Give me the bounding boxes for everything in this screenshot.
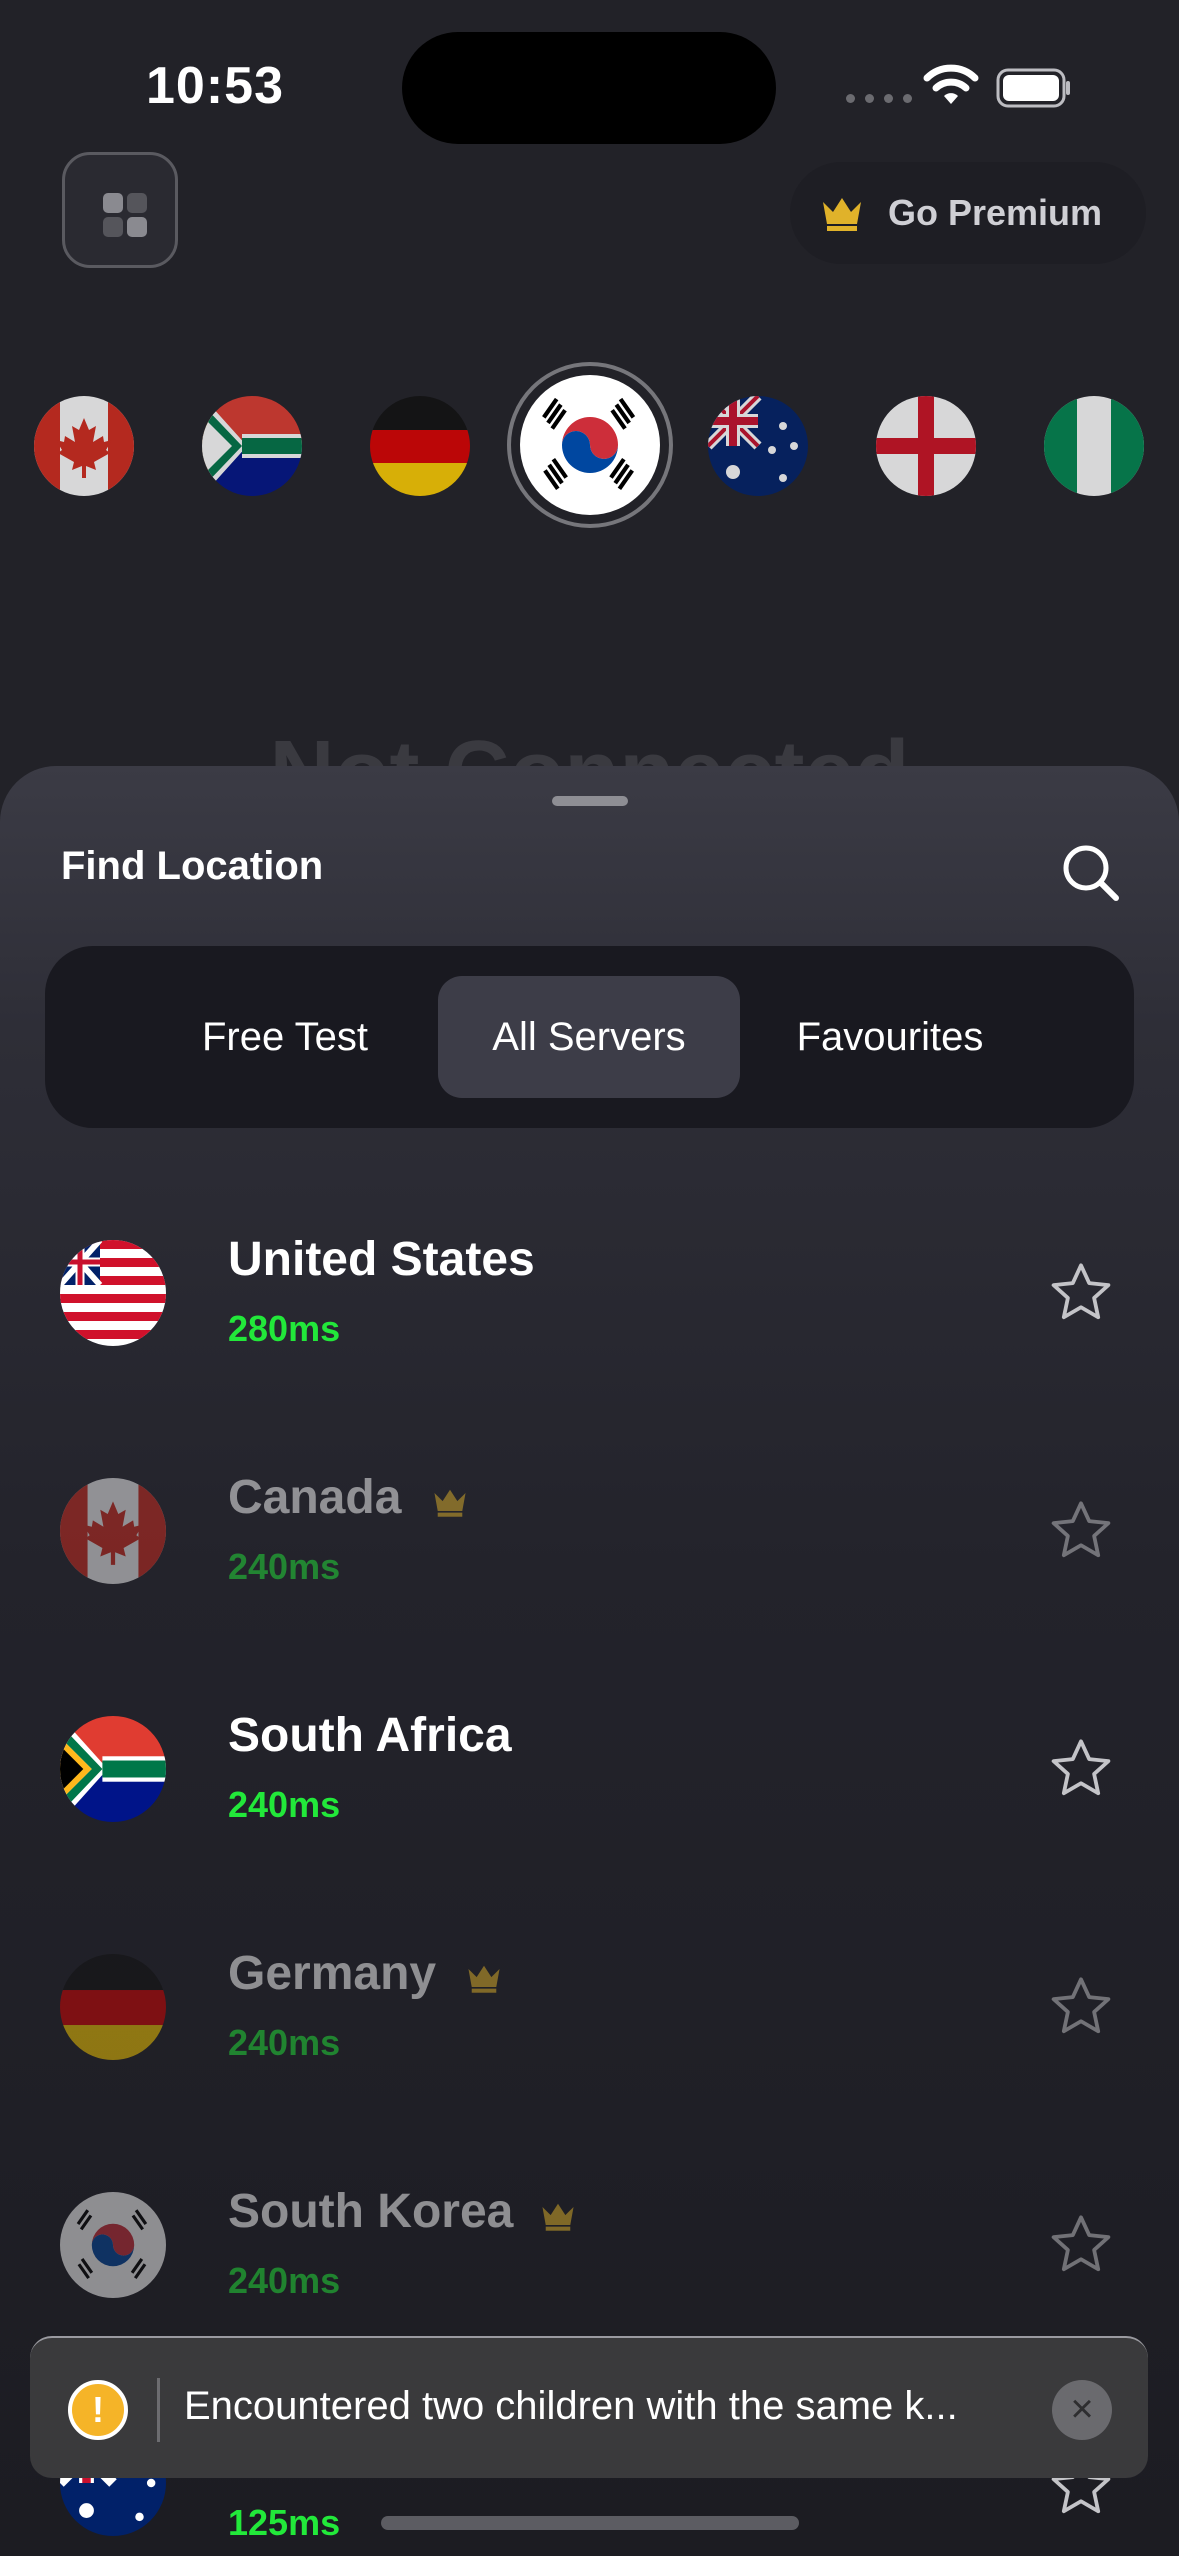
tab-all-servers[interactable]: All Servers [438,976,740,1098]
premium-crown-icon [468,1965,500,1993]
sheet-grabber[interactable] [552,796,628,806]
premium-crown-icon [542,2203,574,2231]
favourite-star-icon[interactable] [1046,1258,1116,1328]
carousel-flag-south-africa[interactable] [202,396,302,496]
carousel-flag-england[interactable] [876,396,976,496]
server-ping: 125ms [228,2502,341,2543]
carousel-flag-nigeria[interactable] [1044,396,1144,496]
carousel-flag-germany[interactable] [370,396,470,496]
server-ping: 240ms [228,2022,341,2063]
server-name: Germany [228,1947,437,2000]
carousel-flag-south-korea[interactable] [520,375,660,515]
flag-icon [60,1478,166,1584]
server-name: South Korea [228,2185,514,2238]
sheet-title: Find Location [61,844,324,888]
favourite-star-icon[interactable] [1046,1496,1116,1566]
flag-icon [60,1716,166,1822]
favourite-star-icon[interactable] [1046,2210,1116,2280]
carousel-flag-canada[interactable] [34,396,134,496]
toast-divider [157,2378,160,2442]
carousel-flag-australia[interactable] [708,396,808,496]
battery-icon [996,68,1070,108]
server-name: United States [228,1233,535,1286]
server-ping: 240ms [228,1546,341,1587]
search-icon[interactable] [1060,842,1122,904]
flag-icon [60,2192,166,2298]
grid-icon [103,193,123,213]
tab-free-test[interactable]: Free Test [145,976,425,1098]
flag-icon [60,1240,166,1346]
crown-icon [823,198,861,231]
cellular-signal-icon [846,94,912,103]
close-icon[interactable]: × [1052,2380,1112,2440]
tab-favourites[interactable]: Favourites [750,976,1030,1098]
premium-crown-icon [434,1489,466,1517]
favourite-star-icon[interactable] [1046,1972,1116,2042]
warning-icon: ! [68,2380,128,2440]
go-premium-button[interactable]: Go Premium [790,162,1146,264]
server-name: South Africa [228,1709,512,1762]
server-ping: 240ms [228,2260,341,2301]
dynamic-island [402,32,776,144]
favourite-star-icon[interactable] [1046,1734,1116,1804]
wifi-icon [923,64,979,104]
flag-icon [60,1954,166,2060]
server-name: Canada [228,1471,402,1524]
home-indicator[interactable] [381,2516,799,2530]
server-ping: 280ms [228,1308,341,1349]
go-premium-label: Go Premium [888,192,1103,233]
status-time: 10:53 [146,57,284,115]
menu-button[interactable] [62,152,178,268]
server-ping: 240ms [228,1784,341,1825]
toast-message: Encountered two children with the same k… [184,2384,958,2428]
